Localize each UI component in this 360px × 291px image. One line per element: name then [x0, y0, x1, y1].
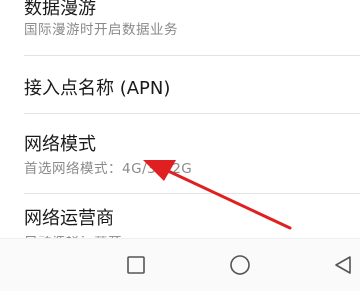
setting-title: 网络运营商	[24, 208, 114, 229]
setting-subtitle: 国际漫游时开启数据业务	[24, 22, 178, 38]
setting-data-roaming[interactable]: 数据漫游 国际漫游时开启数据业务	[0, 0, 360, 56]
setting-title: 数据漫游	[24, 0, 96, 19]
circle-icon[interactable]	[228, 253, 252, 277]
navigation-bar	[0, 238, 360, 291]
triangle-back-icon[interactable]	[330, 253, 354, 277]
setting-network-operator[interactable]: 网络运营商 自动选择运营商	[0, 194, 360, 241]
setting-apn[interactable]: 接入点名称 (APN)	[0, 56, 360, 114]
setting-subtitle: 首选网络模式：4G/3G/2G	[24, 161, 193, 177]
setting-network-mode[interactable]: 网络模式 首选网络模式：4G/3G/2G	[0, 114, 360, 194]
setting-title: 接入点名称 (APN)	[24, 78, 171, 99]
square-icon[interactable]	[124, 253, 148, 277]
setting-title: 网络模式	[24, 134, 96, 155]
